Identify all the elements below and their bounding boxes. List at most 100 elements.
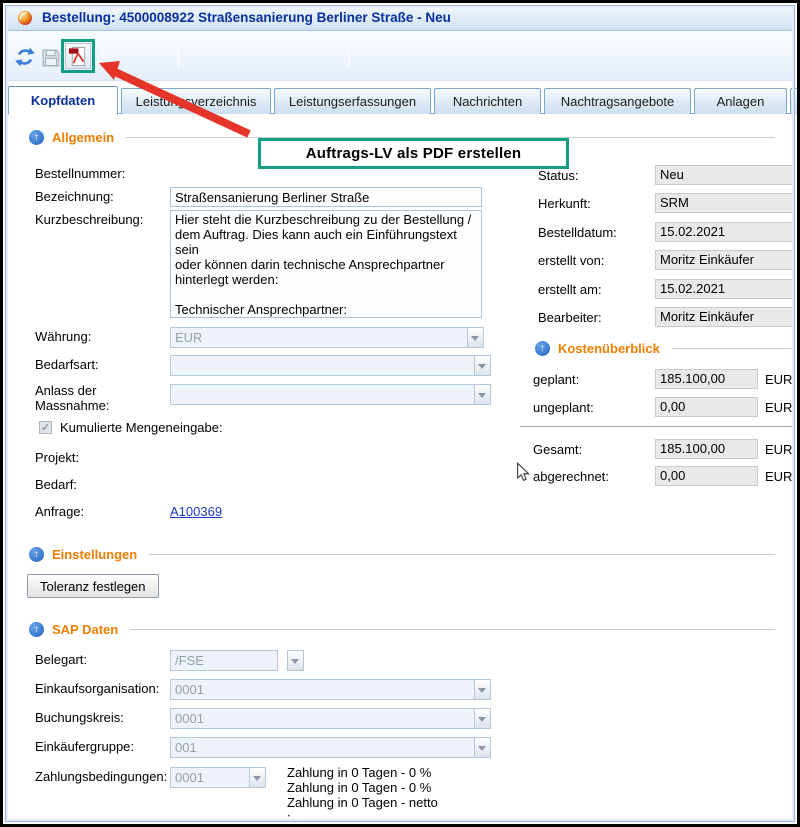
- bezeichnung-input[interactable]: [170, 187, 482, 207]
- zahlungsbedingungen-value: 0001: [171, 770, 249, 785]
- app-icon: [17, 10, 33, 26]
- save-icon: [41, 48, 61, 68]
- einkaufsorganisation-select[interactable]: 0001: [170, 679, 491, 700]
- belegart-select[interactable]: /FSE: [170, 650, 278, 671]
- herkunft-label: Herkunft:: [538, 196, 591, 211]
- toolbar-separator: [348, 46, 349, 68]
- einkaeufergruppe-label: Einkäufergruppe:: [35, 739, 134, 754]
- einkaufsorganisation-label: Einkaufsorganisation:: [35, 681, 159, 696]
- chevron-down-icon[interactable]: [474, 680, 490, 699]
- bearbeiter-field: Moritz Einkäufer: [655, 307, 793, 327]
- gesamt-label: Gesamt:: [533, 442, 582, 457]
- anlass-label: Anlass der Massnahme:: [35, 383, 139, 413]
- section-title: Einstellungen: [52, 547, 137, 562]
- section-sap-daten: ↑ SAP Daten: [29, 622, 775, 637]
- zahlungsbedingungen-label: Zahlungsbedingungen:: [35, 769, 167, 784]
- einkaufsorganisation-value: 0001: [171, 682, 474, 697]
- bedarfsart-label: Bedarfsart:: [35, 357, 99, 372]
- bedarfsart-select[interactable]: [170, 355, 491, 376]
- zahlungsbedingungen-note: Zahlung in 0 Tagen - 0 % Zahlung in 0 Ta…: [287, 765, 567, 825]
- bestelldatum-label: Bestelldatum:: [538, 225, 617, 240]
- pdf-export-icon: [68, 46, 89, 67]
- collapse-arrow-icon[interactable]: ↑: [535, 341, 550, 356]
- abgerechnet-label: abgerechnet:: [533, 469, 609, 484]
- currency-label: EUR: [765, 400, 792, 415]
- herkunft-field: SRM: [655, 193, 793, 213]
- geplant-label: geplant:: [533, 372, 579, 387]
- toolbar-separator: [102, 46, 103, 68]
- kumulierte-label: Kumulierte Mengeneingabe:: [60, 420, 223, 435]
- abgerechnet-field: 0,00: [655, 466, 758, 486]
- status-field: Neu: [655, 165, 793, 185]
- kosten-divider: [520, 426, 793, 427]
- pdf-highlight-box: [61, 39, 95, 73]
- belegart-dropdown-button[interactable]: [287, 650, 304, 671]
- kurzbeschreibung-textarea[interactable]: Hier steht die Kurzbeschreibung zu der B…: [170, 210, 482, 318]
- tab-nachrichten[interactable]: Nachrichten: [434, 88, 541, 114]
- erstellt-von-field: Moritz Einkäufer: [655, 250, 793, 270]
- section-title: SAP Daten: [52, 622, 118, 637]
- waehrung-select[interactable]: EUR: [170, 327, 484, 348]
- projekt-label: Projekt:: [35, 450, 79, 465]
- collapse-arrow-icon[interactable]: ↑: [29, 130, 44, 145]
- section-title: Allgemein: [52, 130, 114, 145]
- annotation-callout: Auftrags-LV als PDF erstellen: [258, 138, 569, 169]
- chevron-down-icon[interactable]: [474, 356, 490, 375]
- section-rule: [672, 348, 793, 349]
- collapse-arrow-icon[interactable]: ↑: [29, 547, 44, 562]
- chevron-down-icon[interactable]: [474, 709, 490, 728]
- toleranz-festlegen-button[interactable]: Toleranz festlegen: [27, 574, 159, 598]
- belegart-label: Belegart:: [35, 652, 87, 667]
- chevron-down-icon[interactable]: [474, 385, 490, 404]
- erstellt-am-field: 15.02.2021: [655, 279, 793, 299]
- section-einstellungen: ↑ Einstellungen: [29, 547, 775, 562]
- kumulierte-checkbox[interactable]: ✓: [39, 421, 52, 434]
- einkaeufergruppe-value: 001: [171, 740, 474, 755]
- ungeplant-label: ungeplant:: [533, 400, 594, 415]
- chevron-down-icon[interactable]: [249, 768, 265, 787]
- kurzbeschreibung-label: Kurzbeschreibung:: [35, 212, 143, 227]
- anlass-select[interactable]: [170, 384, 491, 405]
- gesamt-field: 185.100,00: [655, 439, 758, 459]
- tab-leistungserfassungen[interactable]: Leistungserfassungen: [274, 88, 431, 114]
- ungeplant-field: 0,00: [655, 397, 758, 417]
- status-label: Status:: [538, 168, 578, 183]
- tab-bar: Kopfdaten Leistungsverzeichnis Leistungs…: [8, 85, 800, 114]
- application-window: Bestellung: 4500008922 Straßensanierung …: [0, 0, 800, 827]
- bezeichnung-label: Bezeichnung:: [35, 189, 114, 204]
- tab-leistungsverzeichnis[interactable]: Leistungsverzeichnis: [121, 88, 271, 114]
- currency-label: EUR: [765, 442, 792, 457]
- tab-anlagen[interactable]: Anlagen: [694, 88, 787, 114]
- tab-kopfdaten[interactable]: Kopfdaten: [8, 86, 118, 115]
- anfrage-label: Anfrage:: [35, 504, 84, 519]
- save-button[interactable]: [38, 45, 63, 70]
- anfrage-link[interactable]: A100369: [170, 504, 222, 519]
- toolbar: [5, 31, 795, 81]
- waehrung-value: EUR: [171, 330, 467, 345]
- einkaeufergruppe-select[interactable]: 001: [170, 737, 491, 758]
- buchungskreis-value: 0001: [171, 711, 474, 726]
- pdf-export-button[interactable]: [65, 43, 91, 69]
- erstellt-am-label: erstellt am:: [538, 282, 602, 297]
- waehrung-label: Währung:: [35, 329, 91, 344]
- bedarf-label: Bedarf:: [35, 477, 77, 492]
- zahlungsbedingungen-select[interactable]: 0001: [170, 767, 266, 788]
- erstellt-von-label: erstellt von:: [538, 253, 604, 268]
- tab-partial[interactable]: [790, 88, 800, 114]
- bestelldatum-field: 15.02.2021: [655, 222, 793, 242]
- collapse-arrow-icon[interactable]: ↑: [29, 622, 44, 637]
- chevron-down-icon[interactable]: [467, 328, 483, 347]
- belegart-value: /FSE: [171, 653, 277, 668]
- window-title: Bestellung: 4500008922 Straßensanierung …: [42, 10, 451, 25]
- refresh-icon: [14, 46, 36, 68]
- tab-nachtragsangebote[interactable]: Nachtragsangebote: [544, 88, 691, 114]
- buchungskreis-label: Buchungskreis:: [35, 710, 124, 725]
- geplant-field: 185.100,00: [655, 369, 758, 389]
- buchungskreis-select[interactable]: 0001: [170, 708, 491, 729]
- currency-label: EUR: [765, 469, 792, 484]
- refresh-button[interactable]: [12, 44, 37, 69]
- section-title: Kostenüberblick: [558, 341, 660, 356]
- section-rule: [149, 554, 775, 555]
- currency-label: EUR: [765, 372, 792, 387]
- chevron-down-icon[interactable]: [474, 738, 490, 757]
